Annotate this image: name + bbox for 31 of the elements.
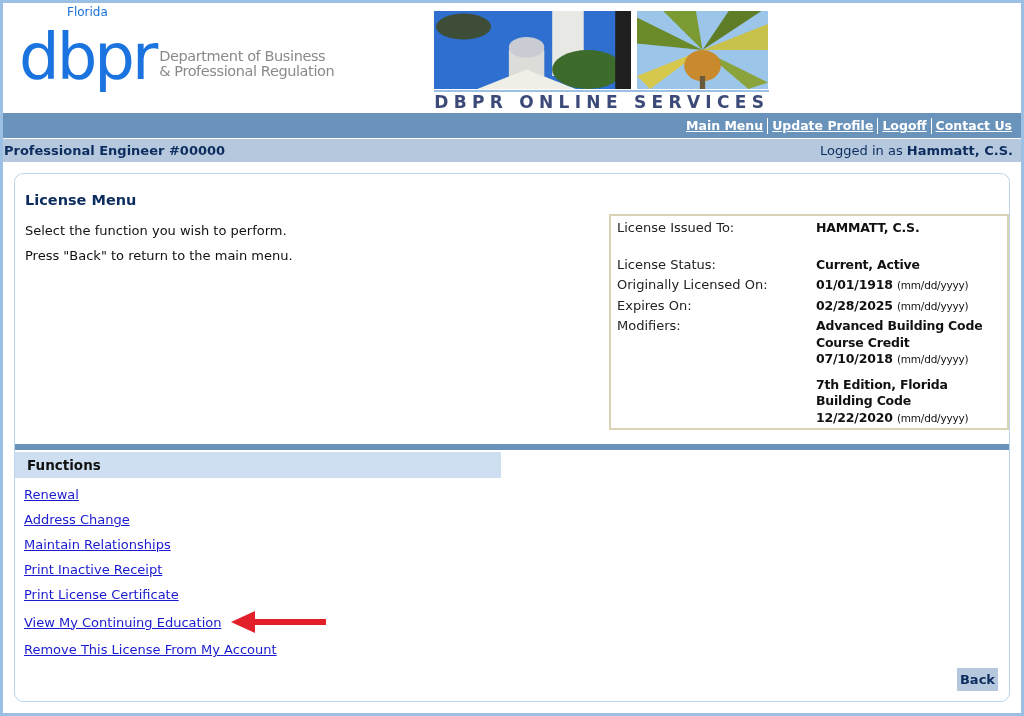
date-value: 07/10/2018 (mm/dd/yyyy) [816, 351, 970, 368]
section-title: License Menu [25, 192, 138, 208]
detail-label: Modifiers: [617, 318, 682, 335]
agency-name-line: & Professional Regulation [159, 64, 335, 79]
detail-label: Originally Licensed On: [617, 277, 769, 294]
detail-label: Expires On: [617, 297, 693, 314]
date-value: 02/28/2025 (mm/dd/yyyy) [816, 297, 969, 314]
logo-state-text: Florida [67, 5, 108, 19]
instruction-text: Select the function you wish to perform. [25, 222, 288, 240]
logo-wordmark: dbpr [19, 19, 156, 95]
function-link[interactable]: View My Continuing Education [24, 612, 222, 632]
license-title: Professional Engineer #00000 [4, 143, 226, 158]
logged-in-text: Logged in as Hammatt, C.S. [820, 143, 1013, 158]
detail-label: License Issued To: [617, 220, 736, 237]
function-link[interactable]: Address Change [24, 510, 130, 529]
agency-name-line: Department of Business [159, 49, 327, 64]
date-value: 12/22/2020 (mm/dd/yyyy) [816, 409, 970, 426]
function-link[interactable]: Print Inactive Receipt [24, 560, 163, 579]
detail-value: Current, Active [816, 256, 920, 273]
function-link[interactable]: Remove This License From My Account [24, 640, 277, 659]
detail-value: 7th Edition, Florida Building Code [816, 376, 949, 410]
function-link[interactable]: Renewal [24, 485, 79, 504]
detail-value: Advanced Building Code Course Credit [816, 318, 984, 351]
date-value: 01/01/1918 (mm/dd/yyyy) [816, 277, 969, 294]
detail-value: HAMMATT, C.S. [816, 220, 920, 237]
functions-heading: Functions [27, 457, 101, 473]
instruction-text: Press "Back" to return to the main menu. [25, 247, 293, 265]
detail-label: License Status: [617, 256, 717, 273]
function-link[interactable]: Print License Certificate [24, 585, 179, 604]
function-link[interactable]: Maintain Relationships [24, 535, 171, 554]
back-button[interactable]: Back [956, 668, 998, 691]
